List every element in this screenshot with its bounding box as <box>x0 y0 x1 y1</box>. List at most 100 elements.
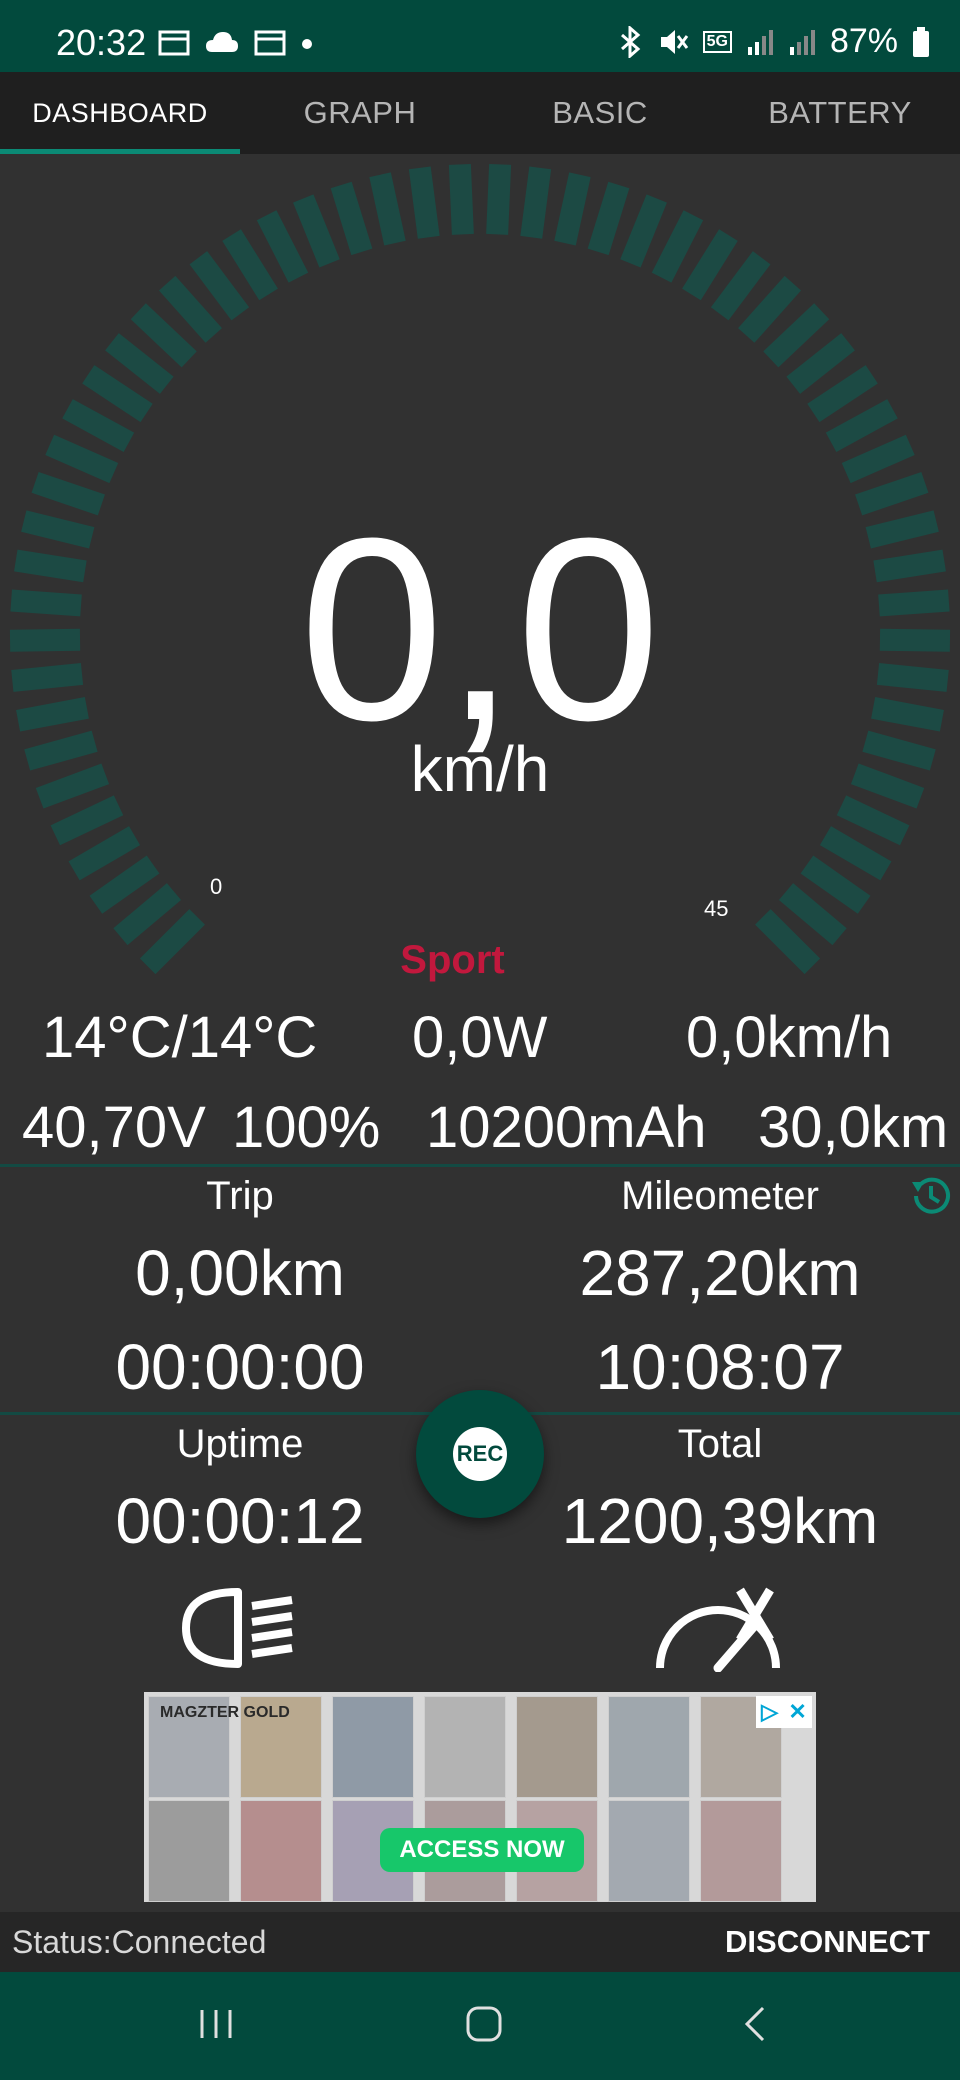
gauge-segment <box>520 166 552 239</box>
status-bar: 20:32 5G 87% <box>0 0 960 72</box>
uptime-label: Uptime <box>176 1422 304 1466</box>
total-value: 1200,39km <box>561 1485 879 1557</box>
gauge-segment <box>256 210 309 283</box>
connection-bar: Status:Connected DISCONNECT <box>0 1912 960 1972</box>
gauge-segment <box>89 855 160 914</box>
network-type: 5G <box>702 30 732 53</box>
total-label: Total <box>677 1422 763 1466</box>
headlight-icon[interactable] <box>180 1586 302 1670</box>
connection-status: Status:Connected <box>12 1924 267 1960</box>
ad-cta-button[interactable]: ACCESS NOW <box>380 1828 584 1872</box>
tab-graph[interactable]: GRAPH <box>240 72 480 154</box>
ad-magazine <box>608 1696 690 1798</box>
gauge-segment <box>763 303 830 368</box>
gauge-segment <box>738 275 802 343</box>
ad-magazine <box>424 1696 506 1798</box>
gauge-segment <box>408 166 440 239</box>
gauge-segment <box>448 163 474 235</box>
gauge-segment <box>800 855 871 914</box>
tab-dashboard[interactable]: DASHBOARD <box>0 72 240 154</box>
bluetooth-icon <box>620 25 640 58</box>
ad-magazine <box>332 1696 414 1798</box>
gauge-segment <box>486 163 512 235</box>
power-value: 0,0W <box>412 1005 548 1070</box>
rec-label: REC <box>453 1427 507 1481</box>
gauge-segment <box>105 333 174 394</box>
gauge-segment <box>587 181 630 256</box>
recent-apps-icon <box>200 2010 232 2038</box>
voltage-value: 40,70V <box>22 1095 206 1160</box>
gauge-segment <box>50 795 124 846</box>
gauge-segment <box>369 172 406 246</box>
gauge-segment <box>710 251 771 321</box>
recent-apps-button[interactable] <box>176 1992 256 2056</box>
gauge-segment <box>841 434 915 484</box>
adchoices-icon[interactable]: ▷ <box>761 1699 778 1725</box>
signal-icon-2 <box>789 29 815 55</box>
battery-percent: 87% <box>829 22 898 60</box>
speed-value: 0,0 <box>299 485 661 775</box>
ad-choices[interactable]: ▷ ✕ <box>756 1696 812 1728</box>
ride-mode: Sport <box>400 938 505 982</box>
ad-magazine <box>516 1696 598 1798</box>
gauge-segment <box>222 229 278 301</box>
tab-basic[interactable]: BASIC <box>480 72 720 154</box>
gauge-max-label: 45 <box>704 896 729 921</box>
trip-time: 00:00:00 <box>115 1331 365 1403</box>
notification-icons <box>158 28 314 56</box>
clock: 20:32 <box>56 22 147 63</box>
gauge-segment <box>825 399 898 452</box>
gauge-segment <box>651 210 704 283</box>
gauge-segment <box>330 181 373 256</box>
mileometer-time: 10:08:07 <box>595 1331 845 1403</box>
back-icon <box>744 2006 765 2042</box>
record-button[interactable]: REC <box>416 1390 544 1518</box>
gauge-segment <box>113 883 182 946</box>
speed-limit-off-icon[interactable] <box>652 1584 784 1672</box>
gauge-segment <box>807 365 878 423</box>
gauge-segment <box>45 434 119 484</box>
gauge-segment <box>68 826 141 881</box>
dot-icon <box>302 39 312 49</box>
ad-magazine <box>148 1800 230 1902</box>
ad-brand: MAGZTER GOLD <box>160 1704 290 1721</box>
mileometer-label: Mileometer <box>621 1174 819 1218</box>
gauge-segment <box>82 365 153 423</box>
ad-magazine <box>608 1800 690 1902</box>
divider-top <box>0 1164 960 1167</box>
gauge-segment <box>158 275 222 343</box>
gauge-segment <box>293 194 340 268</box>
gauge-segment <box>682 229 738 301</box>
battery-icon <box>913 26 929 57</box>
trip-label: Trip <box>206 1174 274 1218</box>
calendar-icon-2 <box>254 30 286 56</box>
home-button[interactable] <box>444 1992 524 2056</box>
home-icon <box>466 2006 502 2042</box>
trip-distance: 0,00km <box>135 1237 345 1309</box>
ad-magazine <box>700 1800 782 1902</box>
gauge-segment <box>819 826 892 881</box>
battery-percent-value: 100% <box>232 1095 381 1160</box>
system-icons: 5G 87% <box>617 22 930 61</box>
calendar-icon <box>158 30 190 56</box>
ad-magazine <box>240 1800 322 1902</box>
cloud-icon <box>206 32 238 52</box>
speed-unit: km/h <box>410 733 550 805</box>
gauge-segment <box>130 303 197 368</box>
history-icon[interactable] <box>906 1172 954 1220</box>
temperature-value: 14°C/14°C <box>42 1005 318 1070</box>
system-nav-bar <box>0 1972 960 2080</box>
uptime-value: 00:00:12 <box>115 1485 365 1557</box>
capacity-value: 10200mAh <box>426 1095 707 1160</box>
ad-banner[interactable]: MAGZTER GOLD ACCESS NOW ▷ ✕ <box>144 1692 816 1902</box>
ad-close-icon[interactable]: ✕ <box>788 1699 806 1725</box>
disconnect-button[interactable]: DISCONNECT <box>725 1924 930 1960</box>
gauge-min-label: 0 <box>210 874 223 899</box>
back-button[interactable] <box>714 1992 794 2056</box>
tab-battery[interactable]: BATTERY <box>720 72 960 154</box>
gauge-segment <box>554 172 591 246</box>
gauge-segment <box>786 333 855 394</box>
gauge-segment <box>620 194 667 268</box>
gauge-segment <box>778 883 847 946</box>
gauge-segment <box>62 399 135 452</box>
